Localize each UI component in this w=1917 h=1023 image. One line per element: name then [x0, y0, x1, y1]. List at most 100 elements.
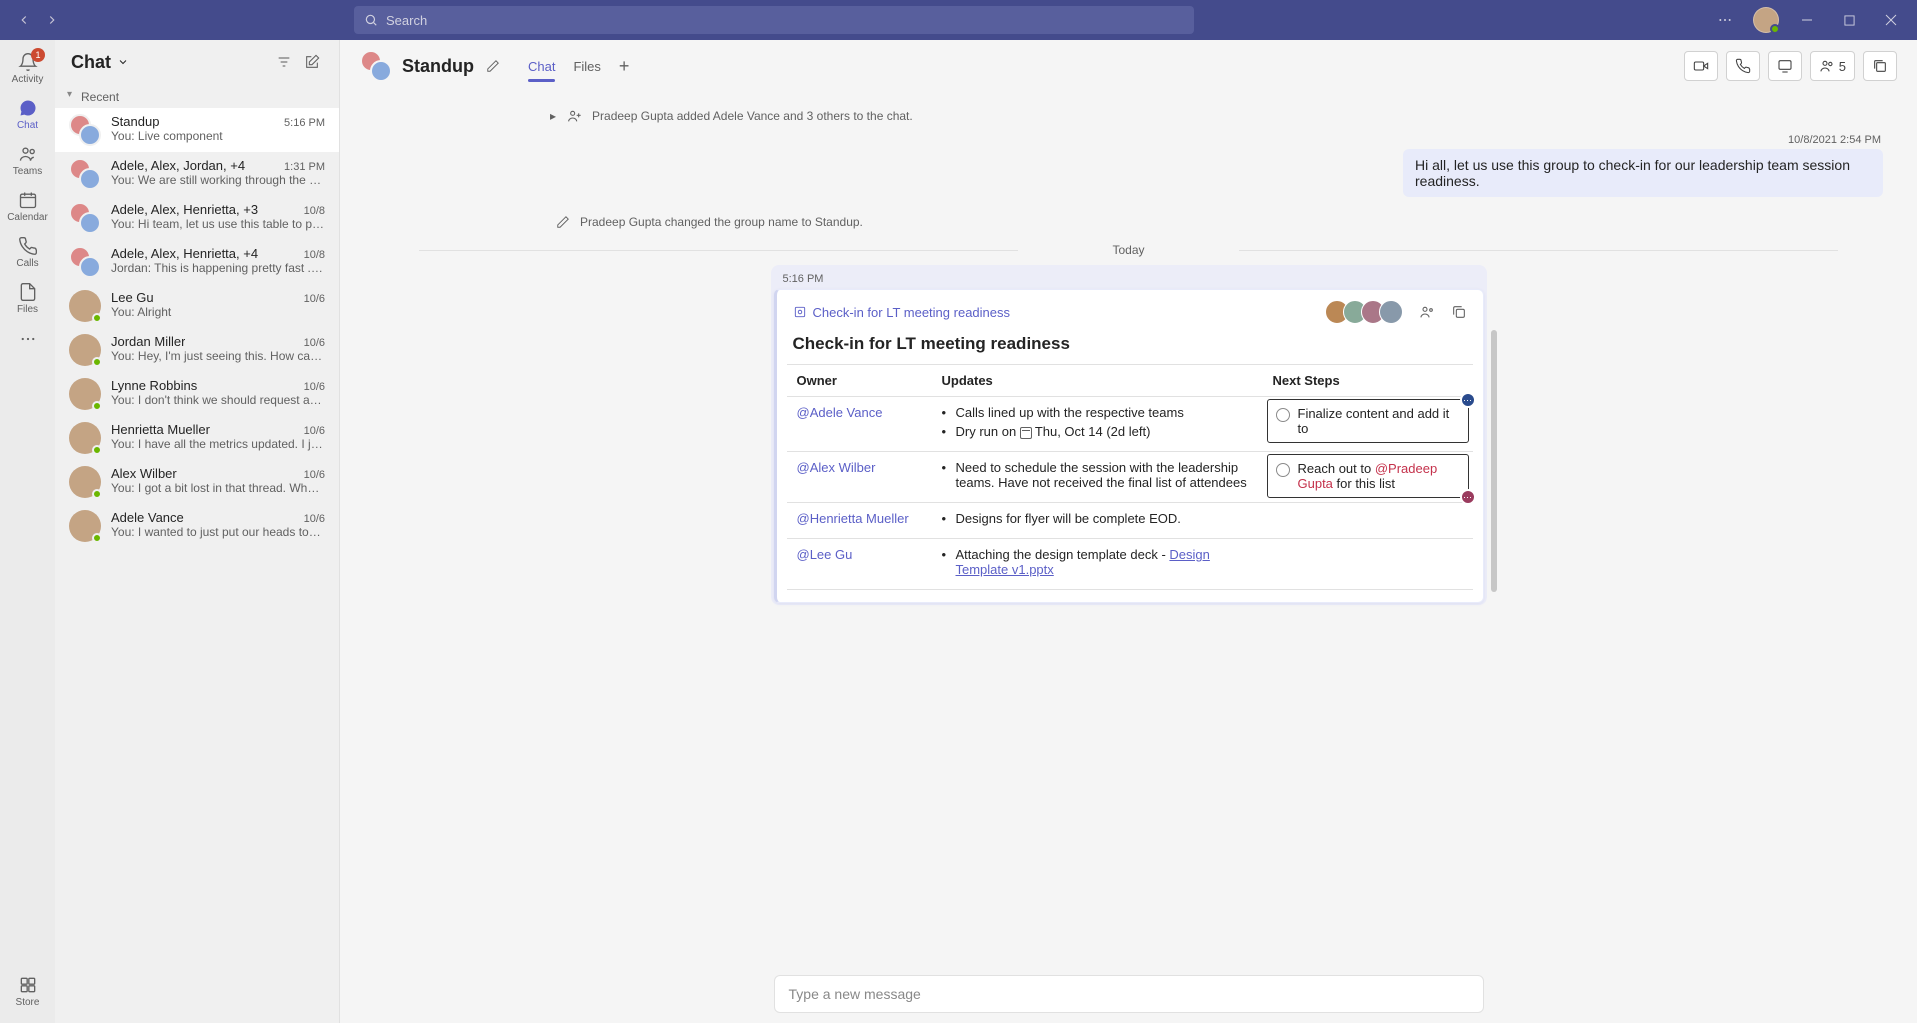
col-updates: Updates: [932, 365, 1263, 396]
table-row[interactable]: @Adele Vance Calls lined up with the resp…: [787, 397, 1473, 452]
chat-item-preview: You: I got a bit lost in that thread. Wh…: [111, 481, 325, 495]
update-item[interactable]: Need to schedule the session with the le…: [942, 460, 1253, 490]
chat-list-panel: Chat Recent Standup5:16 PMYou: Live comp…: [55, 40, 340, 1023]
chat-list-item[interactable]: Lee Gu10/6You: Alright: [55, 284, 339, 328]
update-item[interactable]: Attaching the design template deck - Des…: [942, 547, 1253, 577]
recent-section[interactable]: Recent: [55, 84, 339, 108]
rail-more[interactable]: [0, 322, 55, 356]
search-input[interactable]: Search: [354, 6, 1194, 34]
pencil-icon: [556, 215, 570, 229]
activity-badge: 1: [31, 48, 45, 62]
col-next: Next Steps: [1263, 365, 1473, 396]
rail-calls-label: Calls: [16, 258, 38, 269]
component-scrollbar[interactable]: [1491, 330, 1497, 592]
component-people-button[interactable]: [1419, 304, 1435, 320]
date-separator: Today: [340, 243, 1917, 257]
compose-placeholder: Type a new message: [789, 986, 921, 1002]
mention[interactable]: @Henrietta Mueller: [797, 511, 909, 526]
update-item[interactable]: Dry run on Thu, Oct 14 (2d left): [942, 424, 1253, 439]
screen-share-button[interactable]: [1768, 51, 1802, 81]
chat-item-name: Lynne Robbins: [111, 378, 197, 393]
rail-chat[interactable]: Chat: [0, 92, 55, 136]
edit-name-button[interactable]: [486, 59, 500, 73]
component-table[interactable]: Owner Updates Next Steps @Adele Vance Cal…: [787, 364, 1473, 590]
mention[interactable]: @Alex Wilber: [797, 460, 876, 475]
maximize-button[interactable]: [1835, 6, 1863, 34]
message-bubble[interactable]: Hi all, let us use this group to check-i…: [1403, 149, 1883, 197]
chat-list-item[interactable]: Alex Wilber10/6You: I got a bit lost in …: [55, 460, 339, 504]
rail-calls[interactable]: Calls: [0, 230, 55, 274]
group-avatar-icon: [69, 158, 101, 190]
file-link[interactable]: Design Template v1.pptx: [956, 547, 1210, 577]
component-editors: [1331, 300, 1403, 324]
audio-call-button[interactable]: [1726, 51, 1760, 81]
message-timestamp: 10/8/2021 2:54 PM: [1788, 134, 1881, 146]
video-call-button[interactable]: [1684, 51, 1718, 81]
checklist-item[interactable]: Reach out to @Pradeep Gupta for this lis…: [1276, 461, 1460, 491]
table-row[interactable]: @Henrietta Mueller Designs for flyer will…: [787, 503, 1473, 539]
chat-item-time: 5:16 PM: [284, 117, 325, 129]
forward-button[interactable]: [40, 8, 64, 32]
update-item[interactable]: Calls lined up with the respective teams: [942, 405, 1253, 420]
mention[interactable]: @Adele Vance: [797, 405, 883, 420]
rail-activity[interactable]: 1 Activity: [0, 46, 55, 90]
chat-list-item[interactable]: Jordan Miller10/6You: Hey, I'm just seei…: [55, 328, 339, 372]
chat-item-preview: You: I wanted to just put our heads toge…: [111, 525, 325, 539]
minimize-button[interactable]: [1793, 6, 1821, 34]
avatar: [69, 466, 101, 498]
live-component-card[interactable]: Check-in for LT meeting readiness Check-…: [774, 289, 1484, 603]
new-chat-button[interactable]: [301, 51, 323, 73]
avatar: [69, 378, 101, 410]
add-tab-button[interactable]: +: [619, 56, 630, 77]
component-title[interactable]: Check-in for LT meeting readiness: [777, 330, 1483, 364]
chat-item-time: 10/6: [304, 337, 325, 349]
close-button[interactable]: [1877, 6, 1905, 34]
chat-list-item[interactable]: Adele, Alex, Henrietta, +410/8Jordan: Th…: [55, 240, 339, 284]
chat-item-time: 1:31 PM: [284, 161, 325, 173]
group-avatar-icon: [69, 246, 101, 278]
filter-button[interactable]: [273, 51, 295, 73]
back-button[interactable]: [12, 8, 36, 32]
checkbox-icon[interactable]: [1276, 408, 1290, 422]
rail-files[interactable]: Files: [0, 276, 55, 320]
rail-calendar-label: Calendar: [7, 212, 48, 223]
compose-input[interactable]: Type a new message: [774, 975, 1484, 1013]
table-row[interactable]: @Alex Wilber Need to schedule the session…: [787, 452, 1473, 503]
popout-button[interactable]: [1863, 51, 1897, 81]
table-row[interactable]: @Lee Gu Attaching the design template dec…: [787, 539, 1473, 590]
chat-list-item[interactable]: Adele, Alex, Henrietta, +310/8You: Hi te…: [55, 196, 339, 240]
chat-list-item[interactable]: Standup5:16 PMYou: Live component: [55, 108, 339, 152]
checklist-item[interactable]: Finalize content and add it to: [1276, 406, 1460, 436]
mention[interactable]: @Pradeep Gupta: [1298, 461, 1438, 491]
rail-teams[interactable]: Teams: [0, 138, 55, 182]
rail-files-label: Files: [17, 304, 38, 315]
current-user-avatar[interactable]: [1753, 7, 1779, 33]
rail-store-label: Store: [16, 997, 40, 1008]
chat-item-preview: You: We are still working through the de…: [111, 173, 325, 187]
avatar: [69, 510, 101, 542]
rail-calendar[interactable]: Calendar: [0, 184, 55, 228]
more-options-button[interactable]: [1711, 6, 1739, 34]
rail-store[interactable]: Store: [0, 969, 55, 1013]
update-item[interactable]: Designs for flyer will be complete EOD.: [942, 511, 1253, 526]
chat-item-time: 10/6: [304, 513, 325, 525]
chat-list-item[interactable]: Henrietta Mueller10/6You: I have all the…: [55, 416, 339, 460]
chat-item-name: Adele, Alex, Jordan, +4: [111, 158, 245, 173]
chat-list-item[interactable]: Adele, Alex, Jordan, +4 1:31 PMYou: We ar…: [55, 152, 339, 196]
chat-item-preview: Jordan: This is happening pretty fast ..…: [111, 261, 325, 275]
group-avatar-icon: [69, 202, 101, 234]
chat-list-item[interactable]: Lynne Robbins10/6You: I don't think we s…: [55, 372, 339, 416]
mention[interactable]: @Lee Gu: [797, 547, 853, 562]
rail-chat-label: Chat: [17, 120, 38, 131]
chat-list-item[interactable]: Adele Vance10/6You: I wanted to just put…: [55, 504, 339, 548]
chat-list-title[interactable]: Chat: [71, 52, 129, 73]
col-owner: Owner: [787, 365, 932, 396]
checkbox-icon[interactable]: [1276, 463, 1290, 477]
tab-files[interactable]: Files: [573, 45, 600, 88]
component-copy-button[interactable]: [1451, 304, 1467, 320]
chat-item-preview: You: Live component: [111, 129, 325, 143]
chat-item-time: 10/6: [304, 381, 325, 393]
participants-button[interactable]: 5: [1810, 51, 1855, 81]
tab-chat[interactable]: Chat: [528, 45, 555, 88]
component-link[interactable]: Check-in for LT meeting readiness: [793, 305, 1011, 320]
